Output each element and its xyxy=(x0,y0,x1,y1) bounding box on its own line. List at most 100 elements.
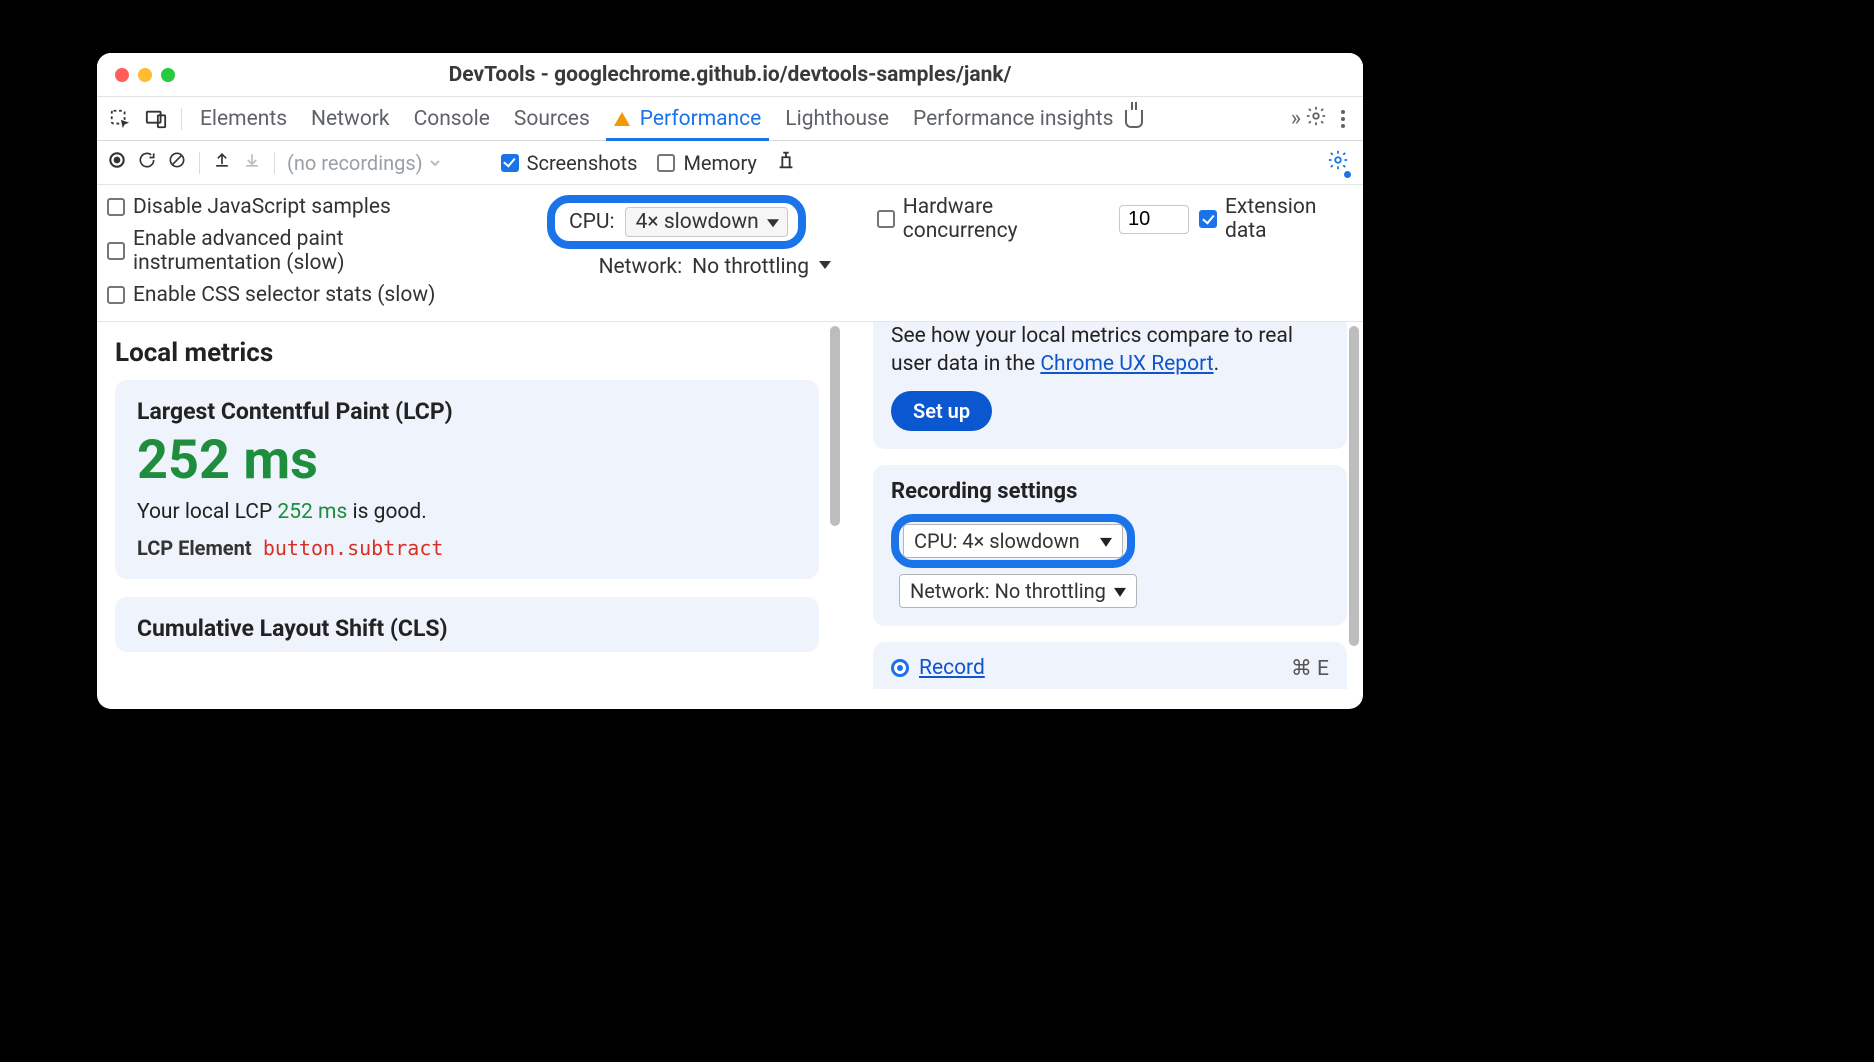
tab-performance-label: Performance xyxy=(640,107,761,131)
network-label: Network: xyxy=(599,255,683,279)
tab-console[interactable]: Console xyxy=(412,97,492,140)
lcp-value: 252 ms xyxy=(137,431,797,490)
lcp-sentence: Your local LCP 252 ms is good. xyxy=(137,500,797,524)
record-dot-icon xyxy=(891,659,909,677)
extension-data-label: Extension data xyxy=(1225,195,1325,243)
checkbox-icon xyxy=(657,154,675,172)
more-options-icon[interactable] xyxy=(1337,106,1349,132)
checkbox-checked-icon xyxy=(501,154,519,172)
cls-card: Cumulative Layout Shift (CLS) xyxy=(115,597,819,652)
warning-icon xyxy=(614,112,630,126)
inspect-element-icon[interactable] xyxy=(105,104,135,134)
record-button[interactable] xyxy=(107,150,127,175)
close-window-button[interactable] xyxy=(115,68,129,82)
lcp-element-value[interactable]: button.subtract xyxy=(263,536,444,560)
window-controls xyxy=(97,68,175,82)
screenshots-label: Screenshots xyxy=(527,151,638,175)
record-shortcut: ⌘ E xyxy=(1291,656,1329,681)
recording-cpu-select[interactable]: CPU: 4× slowdown xyxy=(903,524,1123,558)
lcp-sentence-suffix: is good. xyxy=(347,500,427,524)
scrollbar-thumb[interactable] xyxy=(1349,326,1359,646)
network-throttle-value: No throttling xyxy=(692,255,809,279)
tab-sources[interactable]: Sources xyxy=(512,97,592,140)
local-metrics-heading: Local metrics xyxy=(115,338,819,368)
field-data-panel: See how your local metrics compare to re… xyxy=(873,322,1347,449)
lcp-title: Largest Contentful Paint (LCP) xyxy=(137,398,797,425)
lcp-sentence-prefix: Your local LCP xyxy=(137,500,277,524)
settings-gear-icon[interactable] xyxy=(1305,105,1327,133)
panel-tabs: Elements Network Console Sources Perform… xyxy=(198,97,1145,140)
memory-checkbox[interactable]: Memory xyxy=(657,151,756,175)
devtools-window: DevTools - googlechrome.github.io/devtoo… xyxy=(97,53,1363,709)
cpu-throttle-value: 4× slowdown xyxy=(636,210,759,234)
recordings-dropdown[interactable]: (no recordings) xyxy=(287,151,441,175)
lcp-element-row: LCP Element button.subtract xyxy=(137,536,797,561)
disable-js-samples-label: Disable JavaScript samples xyxy=(133,195,391,219)
hardware-concurrency-label: Hardware concurrency xyxy=(903,195,1109,243)
disable-js-samples-checkbox[interactable]: Disable JavaScript samples xyxy=(107,195,537,219)
hardware-concurrency-input[interactable] xyxy=(1119,205,1189,234)
zoom-window-button[interactable] xyxy=(161,68,175,82)
performance-toolbar: (no recordings) Screenshots Memory xyxy=(97,141,1363,185)
set-up-button[interactable]: Set up xyxy=(891,391,992,431)
record-link[interactable]: Record xyxy=(919,656,985,680)
device-toolbar-icon[interactable] xyxy=(141,104,171,134)
cls-title: Cumulative Layout Shift (CLS) xyxy=(137,615,797,642)
field-data-text: See how your local metrics compare to re… xyxy=(891,322,1329,379)
chevron-down-icon xyxy=(819,261,831,269)
checkbox-checked-icon xyxy=(1199,210,1217,228)
cpu-throttle-highlight: CPU: 4× slowdown xyxy=(547,195,806,249)
lcp-card: Largest Contentful Paint (LCP) 252 ms Yo… xyxy=(115,380,819,579)
tab-elements[interactable]: Elements xyxy=(198,97,289,140)
checkbox-icon xyxy=(107,198,125,216)
advanced-paint-checkbox[interactable]: Enable advanced paint instrumentation (s… xyxy=(107,227,537,275)
memory-label: Memory xyxy=(683,151,756,175)
sidebar-pane: See how your local metrics compare to re… xyxy=(837,322,1363,709)
network-throttle-select[interactable]: No throttling xyxy=(692,255,833,279)
field-data-suffix: . xyxy=(1214,352,1220,376)
tab-performance-insights[interactable]: Performance insights xyxy=(911,97,1145,140)
recording-settings-panel: Recording settings CPU: 4× slowdown Netw… xyxy=(873,465,1347,626)
recording-network-value: Network: No throttling xyxy=(910,579,1106,603)
lcp-element-label: LCP Element xyxy=(137,536,252,560)
lcp-sentence-value: 252 ms xyxy=(277,500,347,524)
recording-cpu-value: CPU: 4× slowdown xyxy=(914,529,1080,553)
record-panel: Record ⌘ E xyxy=(873,642,1347,689)
clear-button[interactable] xyxy=(167,150,187,175)
css-selector-stats-checkbox[interactable]: Enable CSS selector stats (slow) xyxy=(107,283,537,307)
extension-data-checkbox[interactable]: Extension data xyxy=(1199,195,1325,243)
window-title: DevTools - googlechrome.github.io/devtoo… xyxy=(97,63,1363,87)
capture-settings: Disable JavaScript samples Enable advanc… xyxy=(97,185,1363,322)
hardware-concurrency-checkbox[interactable]: Hardware concurrency xyxy=(877,195,1109,243)
load-profile-icon[interactable] xyxy=(212,150,232,175)
tab-network[interactable]: Network xyxy=(309,97,392,140)
cpu-label: CPU: xyxy=(569,210,615,234)
css-selector-stats-label: Enable CSS selector stats (slow) xyxy=(133,283,435,307)
reload-record-button[interactable] xyxy=(137,150,157,175)
more-tabs-icon[interactable]: » xyxy=(1291,106,1295,131)
chrome-ux-report-link[interactable]: Chrome UX Report xyxy=(1040,352,1213,376)
tab-performance[interactable]: Performance xyxy=(612,97,763,140)
recording-network-select[interactable]: Network: No throttling xyxy=(899,574,1137,608)
checkbox-icon xyxy=(877,210,895,228)
checkbox-icon xyxy=(107,286,125,304)
experiment-flask-icon xyxy=(1125,110,1143,128)
collect-garbage-icon[interactable] xyxy=(775,149,797,176)
separator xyxy=(199,152,200,174)
tab-perf-insights-label: Performance insights xyxy=(913,107,1113,131)
capture-settings-gear-icon[interactable] xyxy=(1327,149,1349,176)
save-profile-icon[interactable] xyxy=(242,150,262,175)
main-content: Local metrics Largest Contentful Paint (… xyxy=(97,322,1363,709)
tab-lighthouse[interactable]: Lighthouse xyxy=(783,97,891,140)
checkbox-icon xyxy=(107,242,125,260)
separator xyxy=(274,152,275,174)
cpu-throttle-select[interactable]: 4× slowdown xyxy=(625,207,788,237)
screenshots-checkbox[interactable]: Screenshots xyxy=(501,151,638,175)
local-metrics-pane: Local metrics Largest Contentful Paint (… xyxy=(97,322,837,709)
recording-cpu-highlight: CPU: 4× slowdown xyxy=(891,514,1135,568)
recording-settings-heading: Recording settings xyxy=(891,479,1329,504)
titlebar: DevTools - googlechrome.github.io/devtoo… xyxy=(97,53,1363,97)
recordings-label: (no recordings) xyxy=(287,151,423,175)
minimize-window-button[interactable] xyxy=(138,68,152,82)
separator xyxy=(181,108,182,130)
